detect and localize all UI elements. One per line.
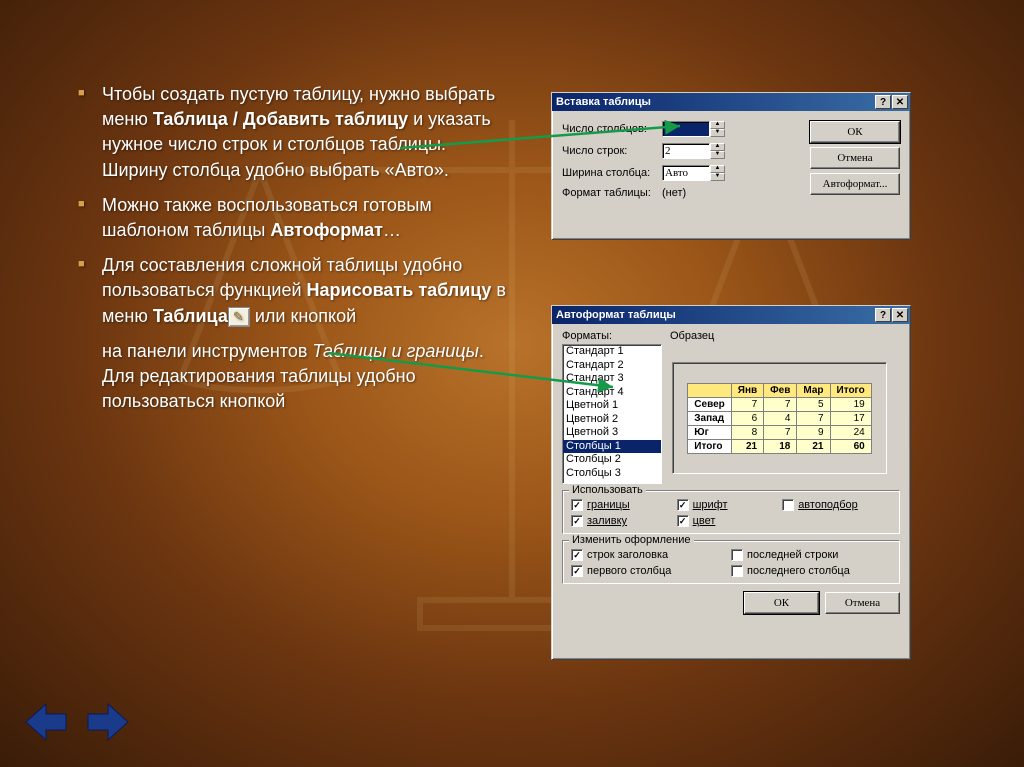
cancel-button[interactable]: Отмена [810,147,900,169]
dialog2-title: Автоформат таблицы [556,309,676,321]
insert-table-dialog: Вставка таблицы ? ✕ Число столбцов: ▲▼ Ч… [551,92,911,240]
width-spin-down[interactable]: ▼ [710,173,725,181]
chk-lastcol[interactable]: последнего столбца [731,565,891,577]
bullet-2: Можно также воспользоваться готовым шабл… [78,193,513,243]
format-option[interactable]: Стандарт 1 [563,345,661,359]
format-option[interactable]: Столбцы 2 [563,453,661,467]
rows-input[interactable] [662,143,710,159]
slide-text: Чтобы создать пустую таблицу, нужно выбр… [78,82,513,414]
formats-listbox[interactable]: Стандарт 1Стандарт 2Стандарт 3Стандарт 4… [562,344,662,484]
format-option[interactable]: Столбцы 1 [563,440,661,454]
sample-table: ЯнвФевМарИтогоСевер77519Запад64717Юг8792… [687,383,871,454]
ok-button[interactable]: ОК [810,121,900,143]
paragraph-continued: на панели инструментов Таблицы и границы… [78,339,513,415]
format-option[interactable]: Цветной 1 [563,399,661,413]
chk-autofit[interactable]: автоподбор [782,499,888,511]
autoformat-button[interactable]: Автоформат... [810,173,900,195]
help-button-2[interactable]: ? [875,308,891,322]
dialog2-titlebar[interactable]: Автоформат таблицы ? ✕ [552,306,910,324]
nav-prev[interactable] [22,700,70,749]
width-spin-up[interactable]: ▲ [710,165,725,173]
dialog1-titlebar[interactable]: Вставка таблицы ? ✕ [552,93,910,111]
chk-fill[interactable]: заливку [571,515,677,527]
help-button[interactable]: ? [875,95,891,109]
width-label: Ширина столбца: [562,167,662,179]
format-option[interactable]: Стандарт 2 [563,359,661,373]
rows-label: Число строк: [562,145,662,157]
width-input[interactable] [662,165,710,181]
chk-firstcol[interactable]: первого столбца [571,565,731,577]
format-option[interactable]: Цветной 2 [563,413,661,427]
pencil-icon [228,307,250,327]
cols-spin-up[interactable]: ▲ [710,121,725,129]
cols-input[interactable] [662,121,710,137]
formats-label: Форматы: [562,330,670,342]
chk-borders[interactable]: границы [571,499,677,511]
cols-label: Число столбцов: [562,123,662,135]
af-ok-button[interactable]: ОК [744,592,819,614]
sample-box: ЯнвФевМарИтогоСевер77519Запад64717Юг8792… [672,362,887,474]
autoformat-dialog: Автоформат таблицы ? ✕ Форматы: Образец … [551,305,911,660]
rows-spin-up[interactable]: ▲ [710,143,725,151]
nav-next[interactable] [84,700,132,749]
bullet-1: Чтобы создать пустую таблицу, нужно выбр… [78,82,513,183]
chk-font[interactable]: шрифт [677,499,783,511]
fmt-value: (нет) [662,187,686,199]
close-button[interactable]: ✕ [892,95,908,109]
fmt-label: Формат таблицы: [562,187,662,199]
bullet-3: Для составления сложной таблицы удобно п… [78,253,513,329]
close-button-2[interactable]: ✕ [892,308,908,322]
chk-lastrow[interactable]: последней строки [731,549,891,561]
chk-color[interactable]: цвет [677,515,783,527]
format-option[interactable]: Цветной 3 [563,426,661,440]
chk-headrow[interactable]: строк заголовка [571,549,731,561]
format-option[interactable]: Стандарт 4 [563,386,661,400]
use-groupbox: Использовать границы шрифт автоподбор за… [562,490,900,534]
dialog1-title: Вставка таблицы [556,96,651,108]
sample-label: Образец [670,330,714,342]
change-groupbox: Изменить оформление строк заголовка посл… [562,540,900,584]
format-option[interactable]: Столбцы 3 [563,467,661,481]
af-cancel-button[interactable]: Отмена [825,592,900,614]
rows-spin-down[interactable]: ▼ [710,151,725,159]
format-option[interactable]: Стандарт 3 [563,372,661,386]
cols-spin-down[interactable]: ▼ [710,129,725,137]
